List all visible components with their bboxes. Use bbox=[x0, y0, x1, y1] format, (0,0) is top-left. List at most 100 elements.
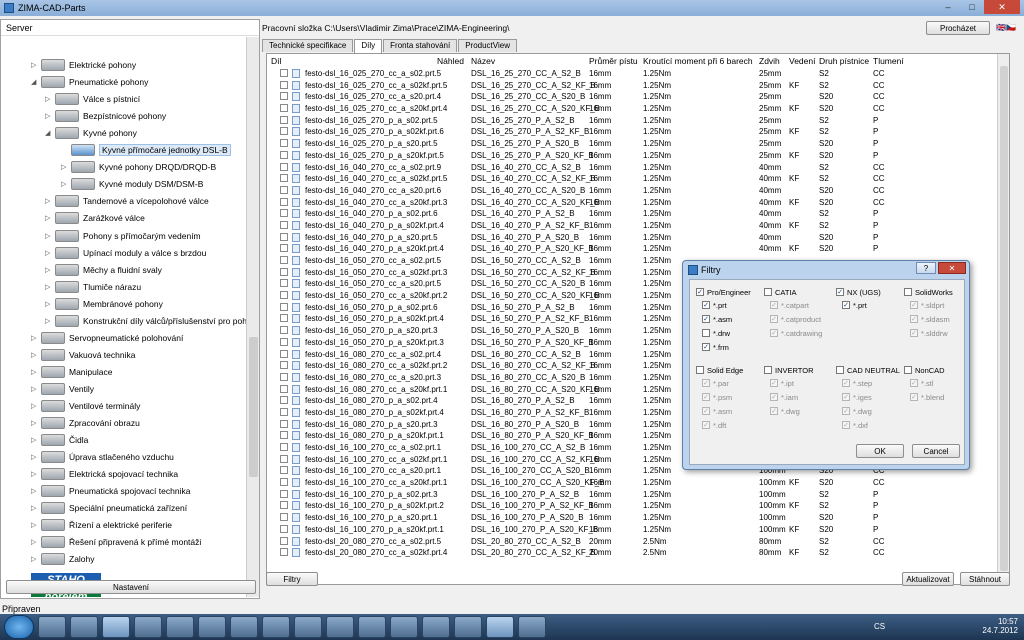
filter-item[interactable]: ✓ *.prt bbox=[836, 298, 902, 312]
minimize-button[interactable]: – bbox=[936, 0, 960, 14]
filter-item-checkbox[interactable]: ✓ bbox=[770, 393, 778, 401]
expand-arrow-icon[interactable]: ▷ bbox=[31, 368, 41, 376]
filter-group-checkbox[interactable] bbox=[696, 366, 704, 374]
expand-arrow-icon[interactable]: ▷ bbox=[61, 163, 71, 171]
filter-item-checkbox[interactable]: ✓ bbox=[910, 379, 918, 387]
tree-item[interactable]: ▷ Servopneumatické polohování bbox=[31, 330, 183, 346]
filter-item[interactable]: ✓ *.dxf bbox=[836, 418, 902, 432]
filter-item[interactable]: ✓ *.slddrw bbox=[904, 326, 970, 340]
tree-item[interactable]: ▷ Elektrické pohony bbox=[31, 57, 136, 73]
tree-item[interactable]: ▷ Tandemové a vícepolohové válce bbox=[45, 193, 209, 209]
column-header[interactable]: Díl bbox=[271, 56, 281, 66]
filter-item[interactable]: ✓ *.catdrawing bbox=[764, 326, 830, 340]
tree-item[interactable]: ▷ Zarážkové válce bbox=[45, 210, 145, 226]
expand-arrow-icon[interactable]: ▷ bbox=[45, 266, 55, 274]
table-row[interactable]: festo-dsl_16_025_270_cc_a_s02.prt.5 DSL_1… bbox=[267, 68, 997, 80]
filter-group-header[interactable]: INVERTOR bbox=[764, 364, 830, 376]
flag-en-icon[interactable]: 🇬🇧 bbox=[996, 23, 1006, 32]
column-header[interactable]: Vedení bbox=[789, 56, 815, 66]
hp-icon[interactable] bbox=[102, 616, 130, 638]
tree-item[interactable]: ▷ Měchy a fluidní svaly bbox=[45, 262, 162, 278]
table-row[interactable]: festo-dsl_16_100_270_p_a_s02kf.prt.2 DSL_… bbox=[267, 500, 997, 512]
filter-item[interactable]: ✓ *.asm bbox=[696, 312, 762, 326]
tree-item[interactable]: Kyvné přímočaré jednotky DSL-B bbox=[61, 142, 231, 158]
table-row[interactable]: festo-dsl_16_025_270_cc_a_s20.prt.4 DSL_1… bbox=[267, 91, 997, 103]
editor-icon[interactable] bbox=[422, 616, 450, 638]
table-row[interactable]: festo-dsl_16_040_270_p_a_s02.prt.6 DSL_16… bbox=[267, 208, 997, 220]
row-checkbox[interactable] bbox=[280, 372, 288, 381]
tree-item[interactable]: ▷ Vakuová technika bbox=[31, 347, 135, 363]
terminal-icon[interactable] bbox=[230, 616, 258, 638]
filter-group-checkbox[interactable] bbox=[836, 366, 844, 374]
row-checkbox[interactable] bbox=[280, 232, 288, 241]
tree-item[interactable]: ◢ Kyvné pohony bbox=[45, 125, 137, 141]
save-icon[interactable] bbox=[198, 616, 226, 638]
row-checkbox[interactable] bbox=[280, 127, 288, 136]
tree-item[interactable]: ▷ Zalohy bbox=[31, 551, 95, 567]
tools-icon[interactable] bbox=[358, 616, 386, 638]
tab-item[interactable]: Díly bbox=[354, 39, 383, 53]
language-indicator[interactable]: CS bbox=[874, 622, 885, 631]
filter-item-checkbox[interactable]: ✓ bbox=[702, 421, 710, 429]
expand-arrow-icon[interactable]: ▷ bbox=[61, 180, 71, 188]
table-row[interactable]: festo-dsl_16_025_270_cc_a_s20kf.prt.4 DSL… bbox=[267, 103, 997, 115]
table-row[interactable]: festo-dsl_16_025_270_p_a_s02kf.prt.6 DSL_… bbox=[267, 126, 997, 138]
expand-arrow-icon[interactable]: ▷ bbox=[45, 283, 55, 291]
filter-group-header[interactable]: ✓ Pro/Engineer bbox=[696, 286, 762, 298]
filter-item-checkbox[interactable]: ✓ bbox=[910, 329, 918, 337]
expand-arrow-icon[interactable]: ▷ bbox=[31, 436, 41, 444]
table-row[interactable]: festo-dsl_16_025_270_p_a_s20kf.prt.5 DSL_… bbox=[267, 150, 997, 162]
row-checkbox[interactable] bbox=[280, 454, 288, 463]
filter-group-header[interactable]: NonCAD bbox=[904, 364, 970, 376]
column-header[interactable]: Název bbox=[471, 56, 495, 66]
row-checkbox[interactable] bbox=[280, 256, 288, 264]
filter-item[interactable]: ✓ *.prt bbox=[696, 298, 762, 312]
tree-item[interactable]: ▷ Bezpístnicové pohony bbox=[45, 108, 166, 124]
tree-item[interactable]: ▷ Řešení připravená k přímé montáži bbox=[31, 534, 201, 550]
cad-icon[interactable] bbox=[486, 616, 514, 638]
filter-item-checkbox[interactable]: ✓ bbox=[702, 379, 710, 387]
opera-icon[interactable] bbox=[38, 616, 66, 638]
filter-group-header[interactable]: CATIA bbox=[764, 286, 830, 298]
expand-arrow-icon[interactable]: ◢ bbox=[31, 78, 41, 86]
tab-item[interactable]: Fronta stahování bbox=[383, 39, 458, 52]
row-checkbox[interactable] bbox=[280, 69, 288, 77]
column-header[interactable]: Náhled bbox=[437, 56, 464, 66]
tree-item[interactable]: ▷ Pneumatická spojovací technika bbox=[31, 483, 190, 499]
update-button[interactable]: Aktualizovat bbox=[902, 572, 954, 586]
chrome-icon[interactable] bbox=[518, 616, 546, 638]
row-checkbox[interactable] bbox=[280, 185, 288, 194]
filter-group-header[interactable]: ✓ NX (UGS) bbox=[836, 286, 902, 298]
column-header[interactable]: Kroutící moment při 6 barech bbox=[643, 56, 753, 66]
tree-item[interactable]: ◢ Pneumatické pohony bbox=[31, 74, 148, 90]
tree-item[interactable]: ▷ Ventily bbox=[31, 381, 94, 397]
filter-item-checkbox[interactable]: ✓ bbox=[702, 343, 710, 351]
expand-arrow-icon[interactable]: ▷ bbox=[45, 112, 55, 120]
filter-item-checkbox[interactable]: ✓ bbox=[842, 301, 850, 309]
expand-arrow-icon[interactable]: ▷ bbox=[45, 300, 55, 308]
row-checkbox[interactable] bbox=[280, 104, 288, 113]
table-row[interactable]: festo-dsl_16_040_270_p_a_s02kf.prt.4 DSL_… bbox=[267, 220, 997, 232]
table-row[interactable]: festo-dsl_20_080_270_cc_a_s02.prt.5 DSL_2… bbox=[267, 536, 997, 548]
table-row[interactable]: festo-dsl_16_040_270_cc_a_s20kf.prt.3 DSL… bbox=[267, 197, 997, 209]
flag-cz-icon[interactable]: 🇨🇿 bbox=[1006, 23, 1016, 32]
row-checkbox[interactable] bbox=[280, 326, 288, 335]
folder-icon[interactable] bbox=[166, 616, 194, 638]
tree-scrollbar[interactable] bbox=[246, 37, 259, 597]
tree-item[interactable]: ▷ Zpracování obrazu bbox=[31, 415, 140, 431]
media-icon[interactable] bbox=[454, 616, 482, 638]
expand-arrow-icon[interactable]: ▷ bbox=[45, 95, 55, 103]
row-checkbox[interactable] bbox=[280, 478, 288, 487]
tree-item[interactable]: ▷ Manipulace bbox=[31, 364, 112, 380]
column-header[interactable]: Tlumení bbox=[873, 56, 904, 66]
start-button[interactable] bbox=[4, 615, 34, 639]
filter-item-checkbox[interactable]: ✓ bbox=[770, 379, 778, 387]
filter-group-header[interactable]: Solid Edge bbox=[696, 364, 762, 376]
tree-item[interactable]: ▷ Membránové pohony bbox=[45, 296, 163, 312]
expand-arrow-icon[interactable]: ▷ bbox=[31, 504, 41, 512]
table-row[interactable]: festo-dsl_16_040_270_cc_a_s02kf.prt.5 DSL… bbox=[267, 173, 997, 185]
chart-icon[interactable] bbox=[262, 616, 290, 638]
filter-item-checkbox[interactable]: ✓ bbox=[842, 393, 850, 401]
tree-item[interactable]: ▷ Kyvné moduly DSM/DSM-B bbox=[61, 176, 203, 192]
tree-item[interactable]: ▷ Speciální pneumatická zařízení bbox=[31, 500, 187, 516]
